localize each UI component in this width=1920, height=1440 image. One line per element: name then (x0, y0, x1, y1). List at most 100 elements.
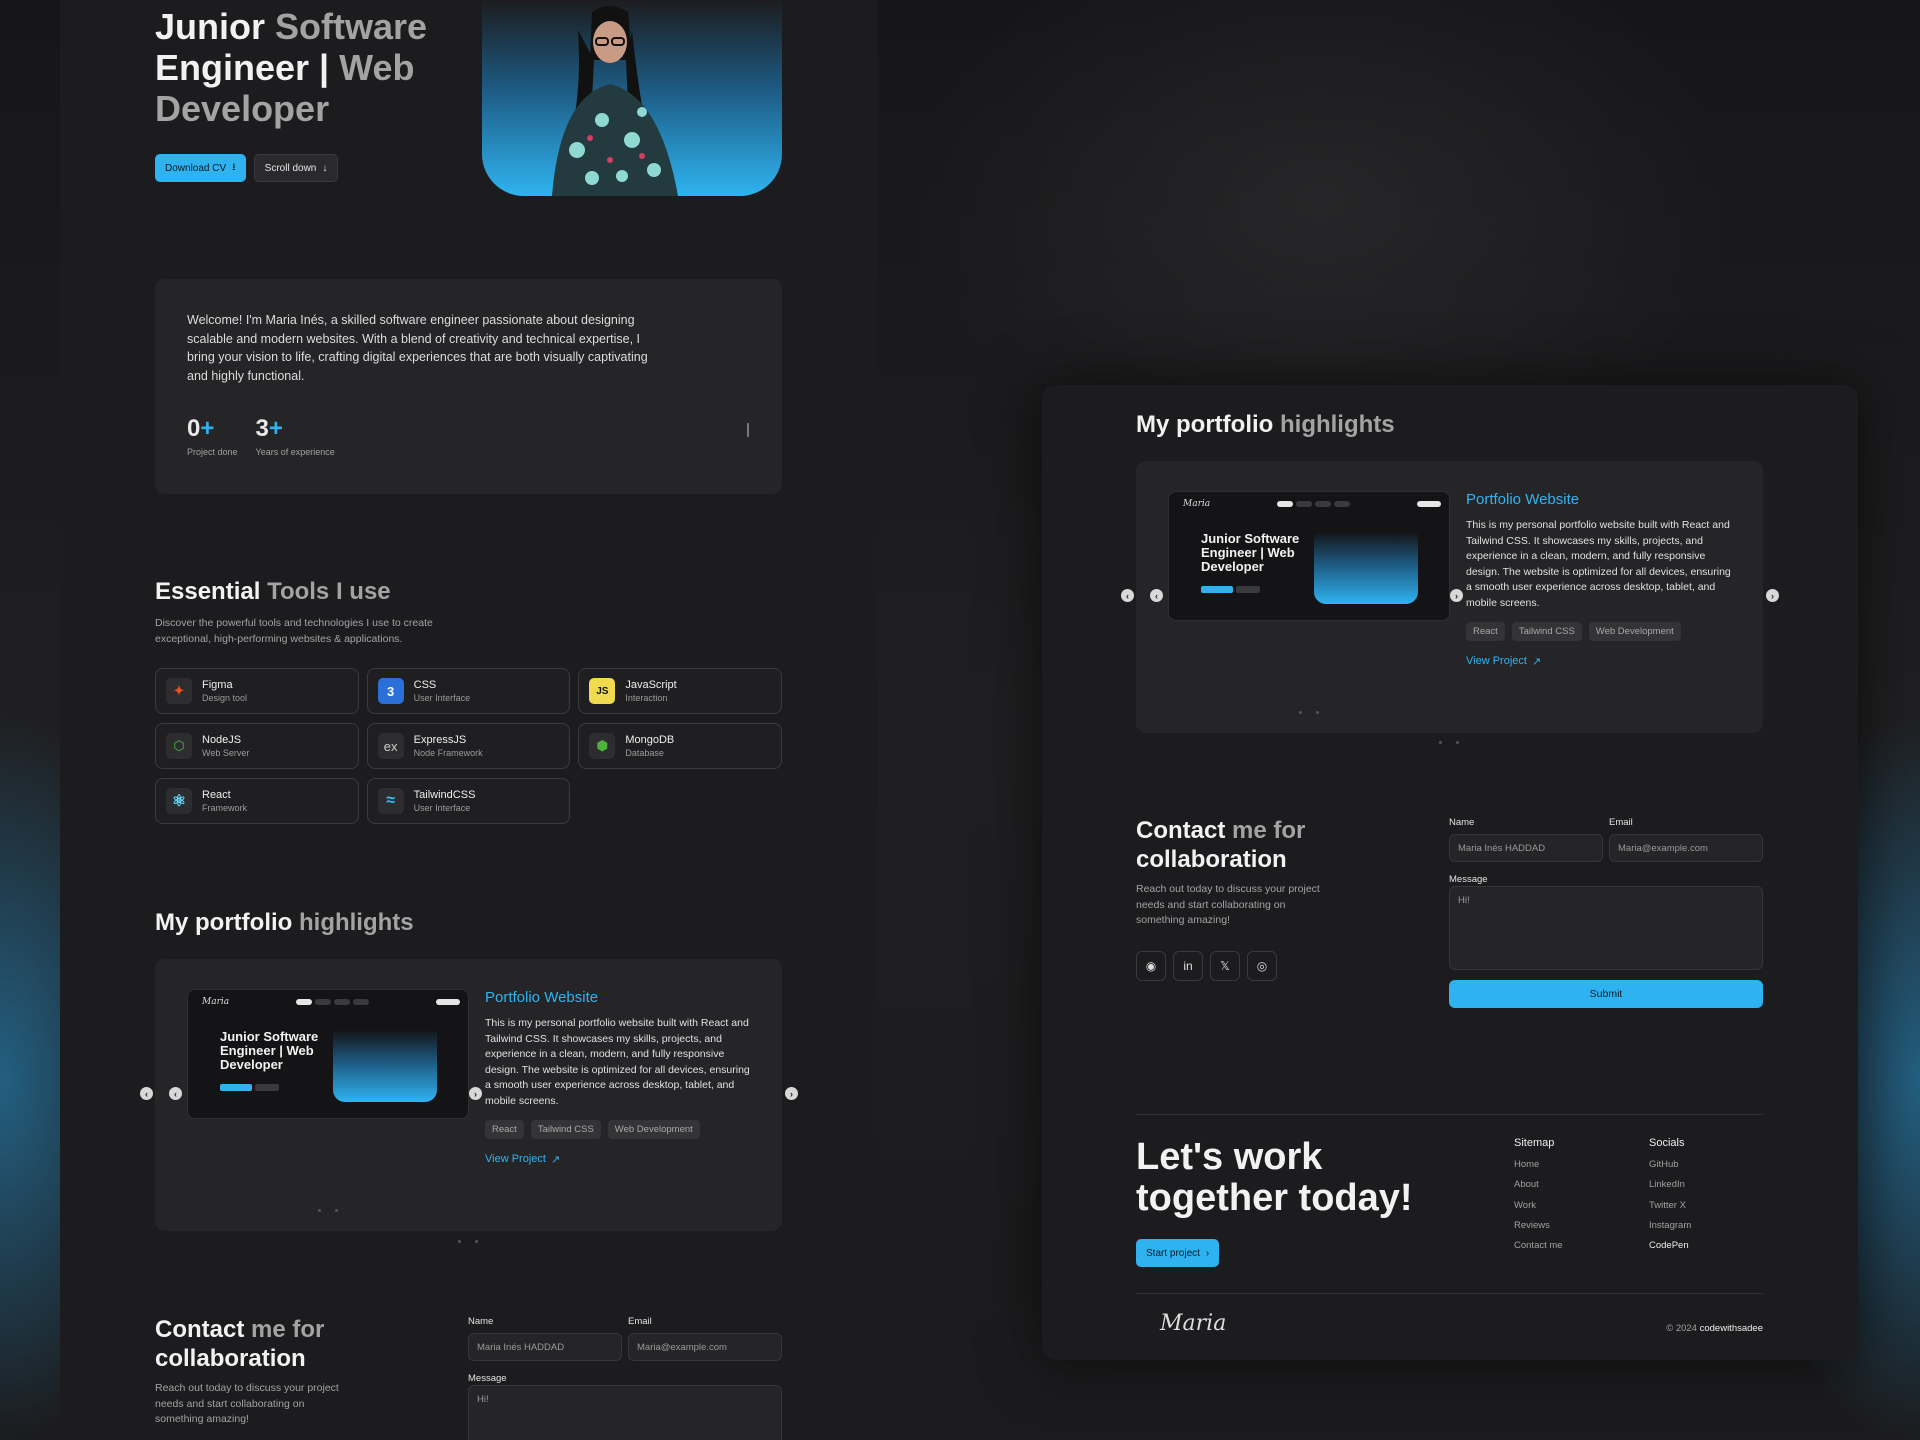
arrow-up-right-icon: ↗ (1531, 655, 1542, 668)
tool-expressjs[interactable]: ex ExpressJS Node Framework (366, 723, 571, 769)
carousel-dots[interactable] (1299, 711, 1319, 714)
social-link-codepen[interactable]: CodePen (1649, 1240, 1691, 1251)
tag: Web Development (1588, 621, 1681, 641)
sitemap-link-contact[interactable]: Contact me (1514, 1240, 1563, 1251)
tool-mongodb[interactable]: ⬢ MongoDB Database (578, 723, 782, 769)
tag: React (1466, 621, 1505, 641)
tool-figma[interactable]: ✦ Figma Design tool (155, 668, 359, 714)
name-field[interactable]: Maria Inés HADDAD (468, 1333, 622, 1361)
portfolio-title: My portfolio highlights (155, 909, 414, 936)
hero-portrait (482, 0, 782, 196)
linkedin-icon[interactable]: in (1173, 951, 1203, 981)
project-tags: React Tailwind CSS Web Development (1466, 621, 1736, 641)
submit-button[interactable]: Submit (1449, 980, 1763, 1008)
download-cv-button[interactable]: Download CV ⭳ (155, 154, 246, 182)
sitemap-link-home[interactable]: Home (1514, 1159, 1563, 1170)
tool-css[interactable]: 3 CSS User Interface (366, 668, 571, 714)
carousel-next-inner-icon[interactable]: › (1450, 589, 1463, 602)
javascript-icon: JS (589, 678, 616, 704)
carousel-next-icon[interactable]: › (785, 1087, 798, 1100)
name-field[interactable]: Maria Inés HADDAD (1449, 834, 1603, 862)
expressjs-icon: ex (377, 733, 404, 759)
carousel-dots[interactable] (318, 1209, 338, 1212)
right-page-panel: My portfolio highlights Maria Junior Sof… (1042, 385, 1858, 1360)
github-icon[interactable]: ◉ (1136, 951, 1166, 981)
message-field[interactable]: Hi! (1449, 886, 1763, 970)
tool-javascript[interactable]: JS JavaScript Interaction (578, 668, 782, 714)
tag: React (485, 1119, 524, 1139)
stats: 0+ Project done 3+ Years of experience (187, 415, 750, 457)
scroll-down-button[interactable]: Scroll down ↓ (253, 154, 339, 182)
carousel-prev-icon[interactable]: ‹ (140, 1087, 153, 1100)
project-info: Portfolio Website This is my personal po… (485, 989, 755, 1166)
project-description: This is my personal portfolio website bu… (1466, 519, 1731, 609)
arrow-up-right-icon: ↗ (550, 1153, 561, 1166)
hero-buttons: Download CV ⭳ Scroll down ↓ (155, 154, 339, 182)
figma-icon: ✦ (166, 678, 192, 704)
signature-logo[interactable]: Maria (1160, 1311, 1226, 1336)
intro-card: Welcome! I'm Maria Inés, a skilled softw… (155, 279, 782, 494)
copyright: © 2024 codewithsadee (1666, 1323, 1763, 1334)
tool-tailwindcss[interactable]: ≈ TailwindCSS User Interface (366, 778, 571, 824)
social-link-instagram[interactable]: Instagram (1649, 1220, 1691, 1231)
project-tags: React Tailwind CSS Web Development (485, 1119, 755, 1139)
tag: Web Development (607, 1119, 700, 1139)
view-project-link[interactable]: View Project ↗ (1466, 655, 1736, 668)
view-project-link[interactable]: View Project ↗ (485, 1153, 755, 1166)
text-cursor (747, 423, 749, 437)
project-title: Portfolio Website (1466, 491, 1580, 508)
start-project-button[interactable]: Start project › (1136, 1239, 1220, 1267)
sitemap-link-about[interactable]: About (1514, 1179, 1563, 1190)
outer-carousel-dots[interactable] (1439, 741, 1459, 744)
contact-description: Reach out today to discuss your project … (1136, 883, 1320, 926)
carousel-prev-icon[interactable]: ‹ (1121, 589, 1134, 602)
project-screenshot[interactable]: Maria Junior Software Engineer | Web Dev… (187, 989, 469, 1119)
contact-title: Contact me for collaboration (155, 1316, 325, 1372)
social-link-github[interactable]: GitHub (1649, 1159, 1691, 1170)
email-field[interactable]: Maria@example.com (1609, 834, 1763, 862)
portfolio-title: My portfolio highlights (1136, 411, 1395, 438)
project-screenshot[interactable]: Maria Junior Software Engineer | Web Dev… (1168, 491, 1450, 621)
tailwindcss-icon: ≈ (377, 788, 404, 814)
project-info: Portfolio Website This is my personal po… (1466, 491, 1736, 668)
mongodb-icon: ⬢ (589, 733, 616, 759)
social-link-twitter[interactable]: Twitter X (1649, 1200, 1691, 1211)
portfolio-card: Maria Junior Software Engineer | Web Dev… (155, 959, 782, 1231)
hero-title: Junior Software Engineer | Web Developer (155, 6, 428, 129)
outer-carousel-dots[interactable] (458, 1240, 478, 1243)
chevron-right-icon: › (1205, 1247, 1210, 1259)
message-field[interactable]: Hi! (468, 1385, 782, 1440)
carousel-prev-inner-icon[interactable]: ‹ (1150, 589, 1163, 602)
tools-description: Discover the powerful tools and technolo… (155, 617, 433, 645)
carousel-next-inner-icon[interactable]: › (469, 1087, 482, 1100)
carousel-prev-inner-icon[interactable]: ‹ (169, 1087, 182, 1100)
sitemap-link-work[interactable]: Work (1514, 1200, 1563, 1211)
email-label: Email (1609, 817, 1633, 828)
social-link-linkedin[interactable]: LinkedIn (1649, 1179, 1691, 1190)
sitemap-link-reviews[interactable]: Reviews (1514, 1220, 1563, 1231)
name-label: Name (468, 1316, 494, 1327)
social-icons: ◉ in 𝕏 ◎ (1136, 951, 1277, 981)
instagram-icon[interactable]: ◎ (1247, 951, 1277, 981)
tools-grid: ✦ Figma Design tool 3 CSS User Interface JS J… (155, 668, 782, 824)
arrow-down-icon: ↓ (322, 162, 328, 174)
intro-text: Welcome! I'm Maria Inés, a skilled softw… (187, 313, 648, 383)
tool-react[interactable]: ⚛ React Framework (155, 778, 359, 824)
stat-projects: 0+ Project done (187, 415, 238, 457)
contact-description: Reach out today to discuss your project … (155, 1382, 339, 1425)
tag: Tailwind CSS (1511, 621, 1582, 641)
message-label: Message (1449, 874, 1488, 885)
css-icon: 3 (377, 678, 404, 704)
twitter-x-icon[interactable]: 𝕏 (1210, 951, 1240, 981)
tool-nodejs[interactable]: ⬡ NodeJS Web Server (155, 723, 359, 769)
carousel-next-icon[interactable]: › (1766, 589, 1779, 602)
footer-bottom-divider (1136, 1293, 1763, 1294)
email-label: Email (628, 1316, 652, 1327)
tools-title: Essential Tools I use (155, 578, 391, 605)
email-field[interactable]: Maria@example.com (628, 1333, 782, 1361)
tag: Tailwind CSS (530, 1119, 601, 1139)
portfolio-card: Maria Junior Software Engineer | Web Dev… (1136, 461, 1763, 733)
socials-column: Socials GitHub LinkedIn Twitter X Instag… (1649, 1137, 1692, 1252)
left-page-panel: Junior Software Engineer | Web Developer… (60, 0, 878, 1440)
footer-cta-title: Let's work together today! (1136, 1136, 1413, 1219)
